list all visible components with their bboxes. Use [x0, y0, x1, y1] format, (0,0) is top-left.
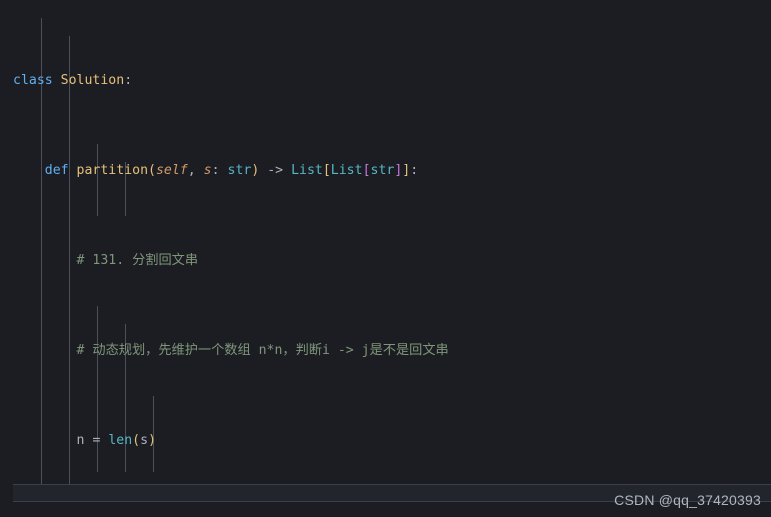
code-line[interactable]: def partition(self, s: str) -> List[List…: [0, 162, 771, 180]
token-comment: # 动态规划，先维护一个数组 n*n，判断i -> j是不是回文串: [76, 343, 449, 358]
token-class-name: Solution: [60, 73, 125, 88]
code-line[interactable]: n = len(s): [0, 432, 771, 450]
code-line[interactable]: # 动态规划，先维护一个数组 n*n，判断i -> j是不是回文串: [0, 342, 771, 360]
token-comment: # 131. 分割回文串: [76, 253, 199, 268]
code-line[interactable]: class Solution:: [0, 72, 771, 90]
token-keyword: class: [13, 73, 53, 88]
token-function-name: partition: [76, 163, 149, 178]
csdn-watermark: CSDN @qq_37420393: [614, 492, 761, 508]
code-line[interactable]: # 131. 分割回文串: [0, 252, 771, 270]
code-editor-viewport[interactable]: class Solution: def partition(self, s: s…: [0, 0, 771, 517]
code-content[interactable]: class Solution: def partition(self, s: s…: [0, 0, 771, 517]
token-keyword: def: [44, 163, 69, 178]
